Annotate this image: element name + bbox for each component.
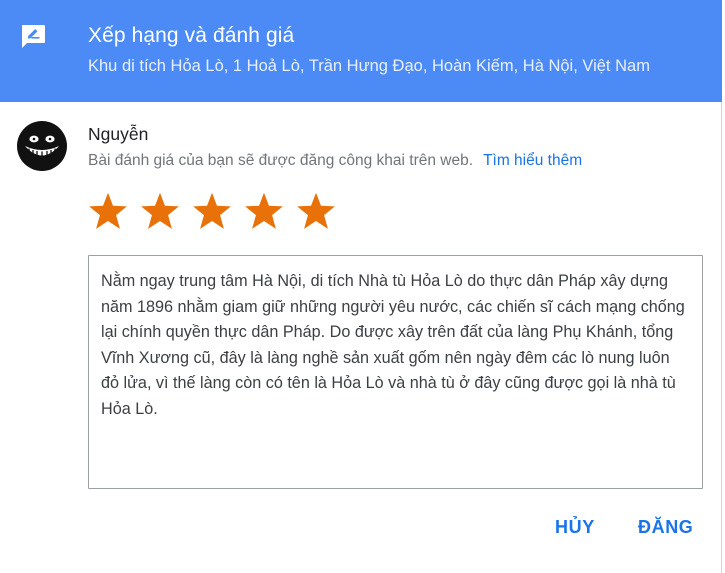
star-icon[interactable] bbox=[86, 190, 130, 234]
place-address: Khu di tích Hỏa Lò, 1 Hoả Lò, Trần Hưng … bbox=[88, 57, 650, 75]
star-icon[interactable] bbox=[190, 190, 234, 234]
star-icon[interactable] bbox=[242, 190, 286, 234]
star-rating[interactable] bbox=[86, 190, 346, 234]
dialog-header: Xếp hạng và đánh giá Khu di tích Hỏa Lò,… bbox=[0, 0, 722, 102]
user-name: Nguyễn bbox=[88, 124, 149, 144]
cancel-button[interactable]: HỦY bbox=[555, 517, 595, 538]
star-icon[interactable] bbox=[138, 190, 182, 234]
avatar bbox=[17, 121, 67, 171]
post-button[interactable]: ĐĂNG bbox=[638, 517, 693, 538]
public-notice: Bài đánh giá của bạn sẽ được đăng công k… bbox=[88, 152, 582, 170]
rate-review-icon bbox=[19, 23, 47, 51]
public-notice-text: Bài đánh giá của bạn sẽ được đăng công k… bbox=[88, 152, 474, 169]
star-icon[interactable] bbox=[294, 190, 338, 234]
dialog-actions: HỦY ĐĂNG bbox=[0, 517, 722, 543]
dialog-title: Xếp hạng và đánh giá bbox=[88, 24, 295, 47]
review-textarea[interactable]: Nằm ngay trung tâm Hà Nội, di tích Nhà t… bbox=[88, 255, 703, 489]
learn-more-link[interactable]: Tìm hiểu thêm bbox=[483, 152, 582, 169]
rating-dialog: Xếp hạng và đánh giá Khu di tích Hỏa Lò,… bbox=[0, 0, 722, 573]
